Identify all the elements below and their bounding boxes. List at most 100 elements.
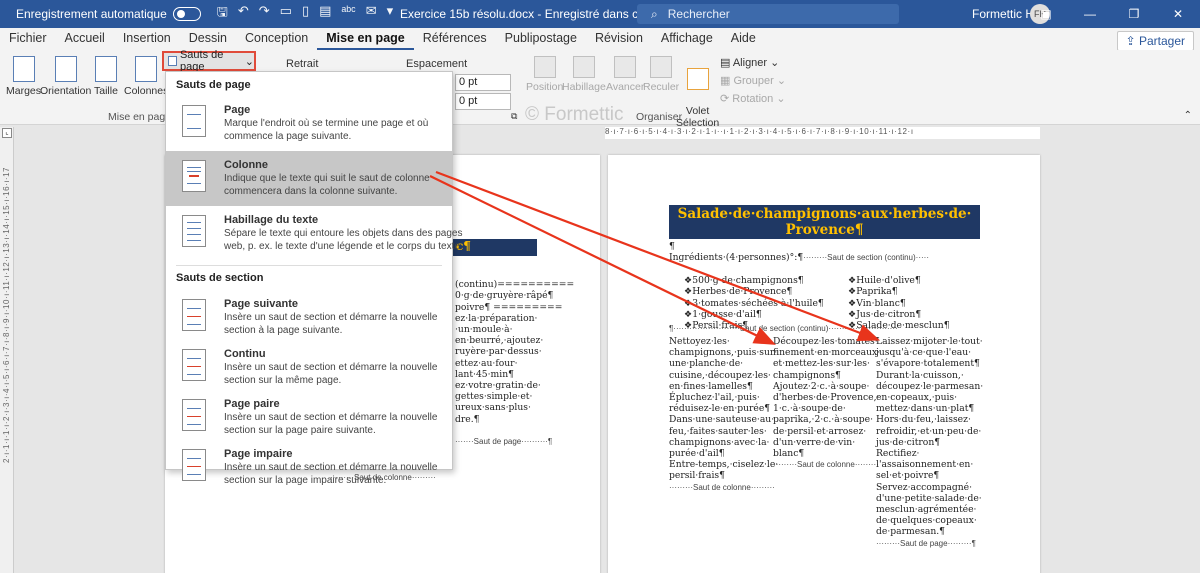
selection-pane-button[interactable]: Volet Sélection (676, 56, 719, 129)
menu-item-desc: commence la page suivante. (224, 130, 352, 142)
menu-item-column[interactable]: Colonne Indique que le texte qui suit le… (166, 151, 452, 206)
ribbon-display-icon[interactable]: ▣ (1024, 0, 1068, 28)
paragraph-mark: ¶ (669, 241, 675, 252)
close-icon[interactable]: ✕ (1156, 0, 1200, 28)
page-break-label: Saut de page (473, 437, 522, 446)
menu-item-continuous[interactable]: Continu Insère un saut de section et dém… (166, 340, 452, 390)
spelling-icon[interactable]: ᵃᵇᶜ (341, 3, 355, 25)
ingredient-item: ❖Vin·blanc¶ (848, 297, 906, 309)
tab-insertion[interactable]: Insertion (114, 28, 180, 50)
align-label: Aligner (732, 57, 768, 69)
page1-line: ureux·sans·plus· (455, 402, 531, 414)
rotate-button[interactable]: ⟳ Rotation ⌄ (720, 92, 786, 105)
menu-item-title: Page (224, 104, 251, 116)
title-bar: Enregistrement automatique 🖫 ↶ ↷ ▭ ▯ ▤ ᵃ… (0, 0, 1200, 28)
column-1: Nettoyez·les· champignons,·puis·sur· une·p… (669, 336, 779, 492)
group-button[interactable]: ▦ Grouper ⌄ (720, 74, 786, 87)
paragraph-dialog-launcher-icon[interactable]: ⧉ (511, 111, 517, 122)
send-backward-button[interactable]: Reculer (643, 56, 679, 93)
position-label: Position (526, 81, 564, 93)
menu-item-next-page[interactable]: Page suivante Insère un saut de section … (166, 290, 452, 340)
autosave-label: Enregistrement automatique (16, 7, 167, 21)
redo-icon[interactable]: ↷ (259, 3, 270, 25)
ingredient-item: ❖Jus·de·citron¶ (848, 308, 922, 320)
horizontal-ruler[interactable]: 8·ı·7·ı·6·ı·5·ı·4·ı·3·ı·2·ı·1·ı··ı·1·ı·2… (605, 127, 1040, 139)
orientation-button[interactable]: Orientation (40, 56, 91, 97)
group-label-mise-en-page: Mise en page (108, 111, 172, 123)
ingredients-label-text: Ingrédients·(4·personnes)°:¶ (669, 252, 804, 263)
menu-item-desc: section sur la même page. (224, 374, 342, 386)
size-icon (94, 56, 117, 82)
rotate-label: Rotation (732, 93, 774, 105)
menu-item-title: Habillage du texte (224, 214, 319, 226)
customize-toolbar-icon[interactable]: ▾ (387, 3, 394, 25)
search-box[interactable]: ⌕ Rechercher (637, 4, 899, 24)
bring-forward-label: Avancer (606, 81, 645, 93)
menu-section-page-breaks: Sauts de page (176, 79, 251, 91)
bring-forward-button[interactable]: Avancer (606, 56, 644, 93)
menu-separator (176, 265, 442, 266)
tab-references[interactable]: Références (414, 28, 496, 50)
vertical-ruler[interactable]: 2·ı·1·ı·1·ı·2·ı·3·ı·4·ı·5·ı·6·ı·7·ı·8·ı·… (0, 127, 14, 573)
align-button[interactable]: ▤ Aligner ⌄ (720, 56, 779, 69)
position-button[interactable]: Position (526, 56, 563, 93)
new-document-icon[interactable]: ▯ (302, 3, 309, 25)
page1-line: en·beurré,·ajoutez· (455, 335, 544, 347)
tab-dessin[interactable]: Dessin (180, 28, 236, 50)
undo-icon[interactable]: ↶ (238, 3, 249, 25)
tab-accueil[interactable]: Accueil (56, 28, 114, 50)
tab-publipostage[interactable]: Publipostage (496, 28, 586, 50)
send-backward-label: Reculer (643, 81, 680, 93)
tab-revision[interactable]: Révision (586, 28, 652, 50)
autosave-toggle[interactable] (172, 7, 201, 21)
tab-fichier[interactable]: Fichier (0, 28, 56, 50)
tab-affichage[interactable]: Affichage (652, 28, 722, 50)
restore-icon[interactable]: ❐ (1112, 0, 1156, 28)
menu-item-title: Continu (224, 348, 266, 360)
spacing-after-input[interactable]: 0 pt (455, 93, 511, 110)
page1-line: ez·la·préparation· (455, 312, 538, 324)
menu-item-title: Page suivante (224, 298, 298, 310)
document-title[interactable]: Exercice 15b résolu.docx - Enregistré da… (400, 7, 665, 21)
menu-item-desc: Insère un saut de section et démarre la … (224, 462, 438, 473)
page-breaks-button[interactable]: Sauts de page ⌄ (162, 49, 256, 73)
size-button[interactable]: Taille (94, 56, 118, 97)
tab-aide[interactable]: Aide (722, 28, 765, 50)
columns-icon (135, 56, 158, 82)
menu-item-desc: Insère un saut de section et démarre la … (224, 362, 438, 373)
save-icon[interactable]: 🖫 (217, 3, 228, 25)
spacing-label: Espacement (406, 58, 468, 70)
menu-item-odd-page[interactable]: Page impaire Insère un saut de section e… (166, 440, 452, 490)
tab-conception[interactable]: Conception (236, 28, 317, 50)
section-break-continu: ¶·························Saut de sectio… (669, 324, 898, 333)
page1-title-fragment: c¶ (453, 239, 537, 256)
email-icon[interactable]: ✉ (366, 3, 377, 25)
share-button[interactable]: ⇪ Partager (1116, 31, 1194, 51)
open-folder-icon[interactable]: ▭ (280, 3, 292, 25)
menu-item-page[interactable]: Page Marque l'endroit où se termine une … (166, 96, 452, 151)
menu-item-even-page[interactable]: Page paire Insère un saut de section et … (166, 390, 452, 440)
print-preview-icon[interactable]: ▤ (319, 3, 331, 25)
quick-access-toolbar: 🖫 ↶ ↷ ▭ ▯ ▤ ᵃᵇᶜ ✉ ▾ (217, 3, 393, 25)
tab-mise-en-page[interactable]: Mise en page (317, 28, 414, 50)
continuous-section-icon (182, 349, 206, 381)
ingredient-item: ❖1·gousse·d'ail¶ (684, 308, 762, 320)
margins-button[interactable]: Marges (6, 56, 41, 97)
wrap-text-button[interactable]: Habillage (562, 56, 606, 93)
collapse-ribbon-icon[interactable]: ⌃ (1184, 110, 1192, 121)
section-break-label: Saut de section (continu) (827, 253, 916, 262)
menu-item-text-wrapping[interactable]: Habillage du texte Sépare le texte qui e… (166, 206, 463, 261)
selection-pane-label: Volet Sélection (676, 105, 720, 129)
menu-item-desc: Insère un saut de section et démarre la … (224, 412, 438, 423)
spacing-before-input[interactable]: 0 pt (455, 74, 511, 91)
tab-selector-icon[interactable]: ⌞ (2, 128, 12, 138)
page1-line: dre.¶ (455, 413, 480, 425)
odd-page-section-icon (182, 449, 206, 481)
even-page-section-icon (182, 399, 206, 431)
minimize-icon[interactable]: — (1068, 0, 1112, 28)
page-breaks-label: Sauts de page (179, 49, 224, 73)
autosave-control[interactable]: Enregistrement automatique (16, 7, 201, 21)
menu-item-desc: Indique que le texte qui suit le saut de… (224, 173, 430, 184)
chevron-down-icon: ⌄ (244, 55, 254, 68)
column-break: ·········Saut de colonne········· (773, 460, 879, 470)
